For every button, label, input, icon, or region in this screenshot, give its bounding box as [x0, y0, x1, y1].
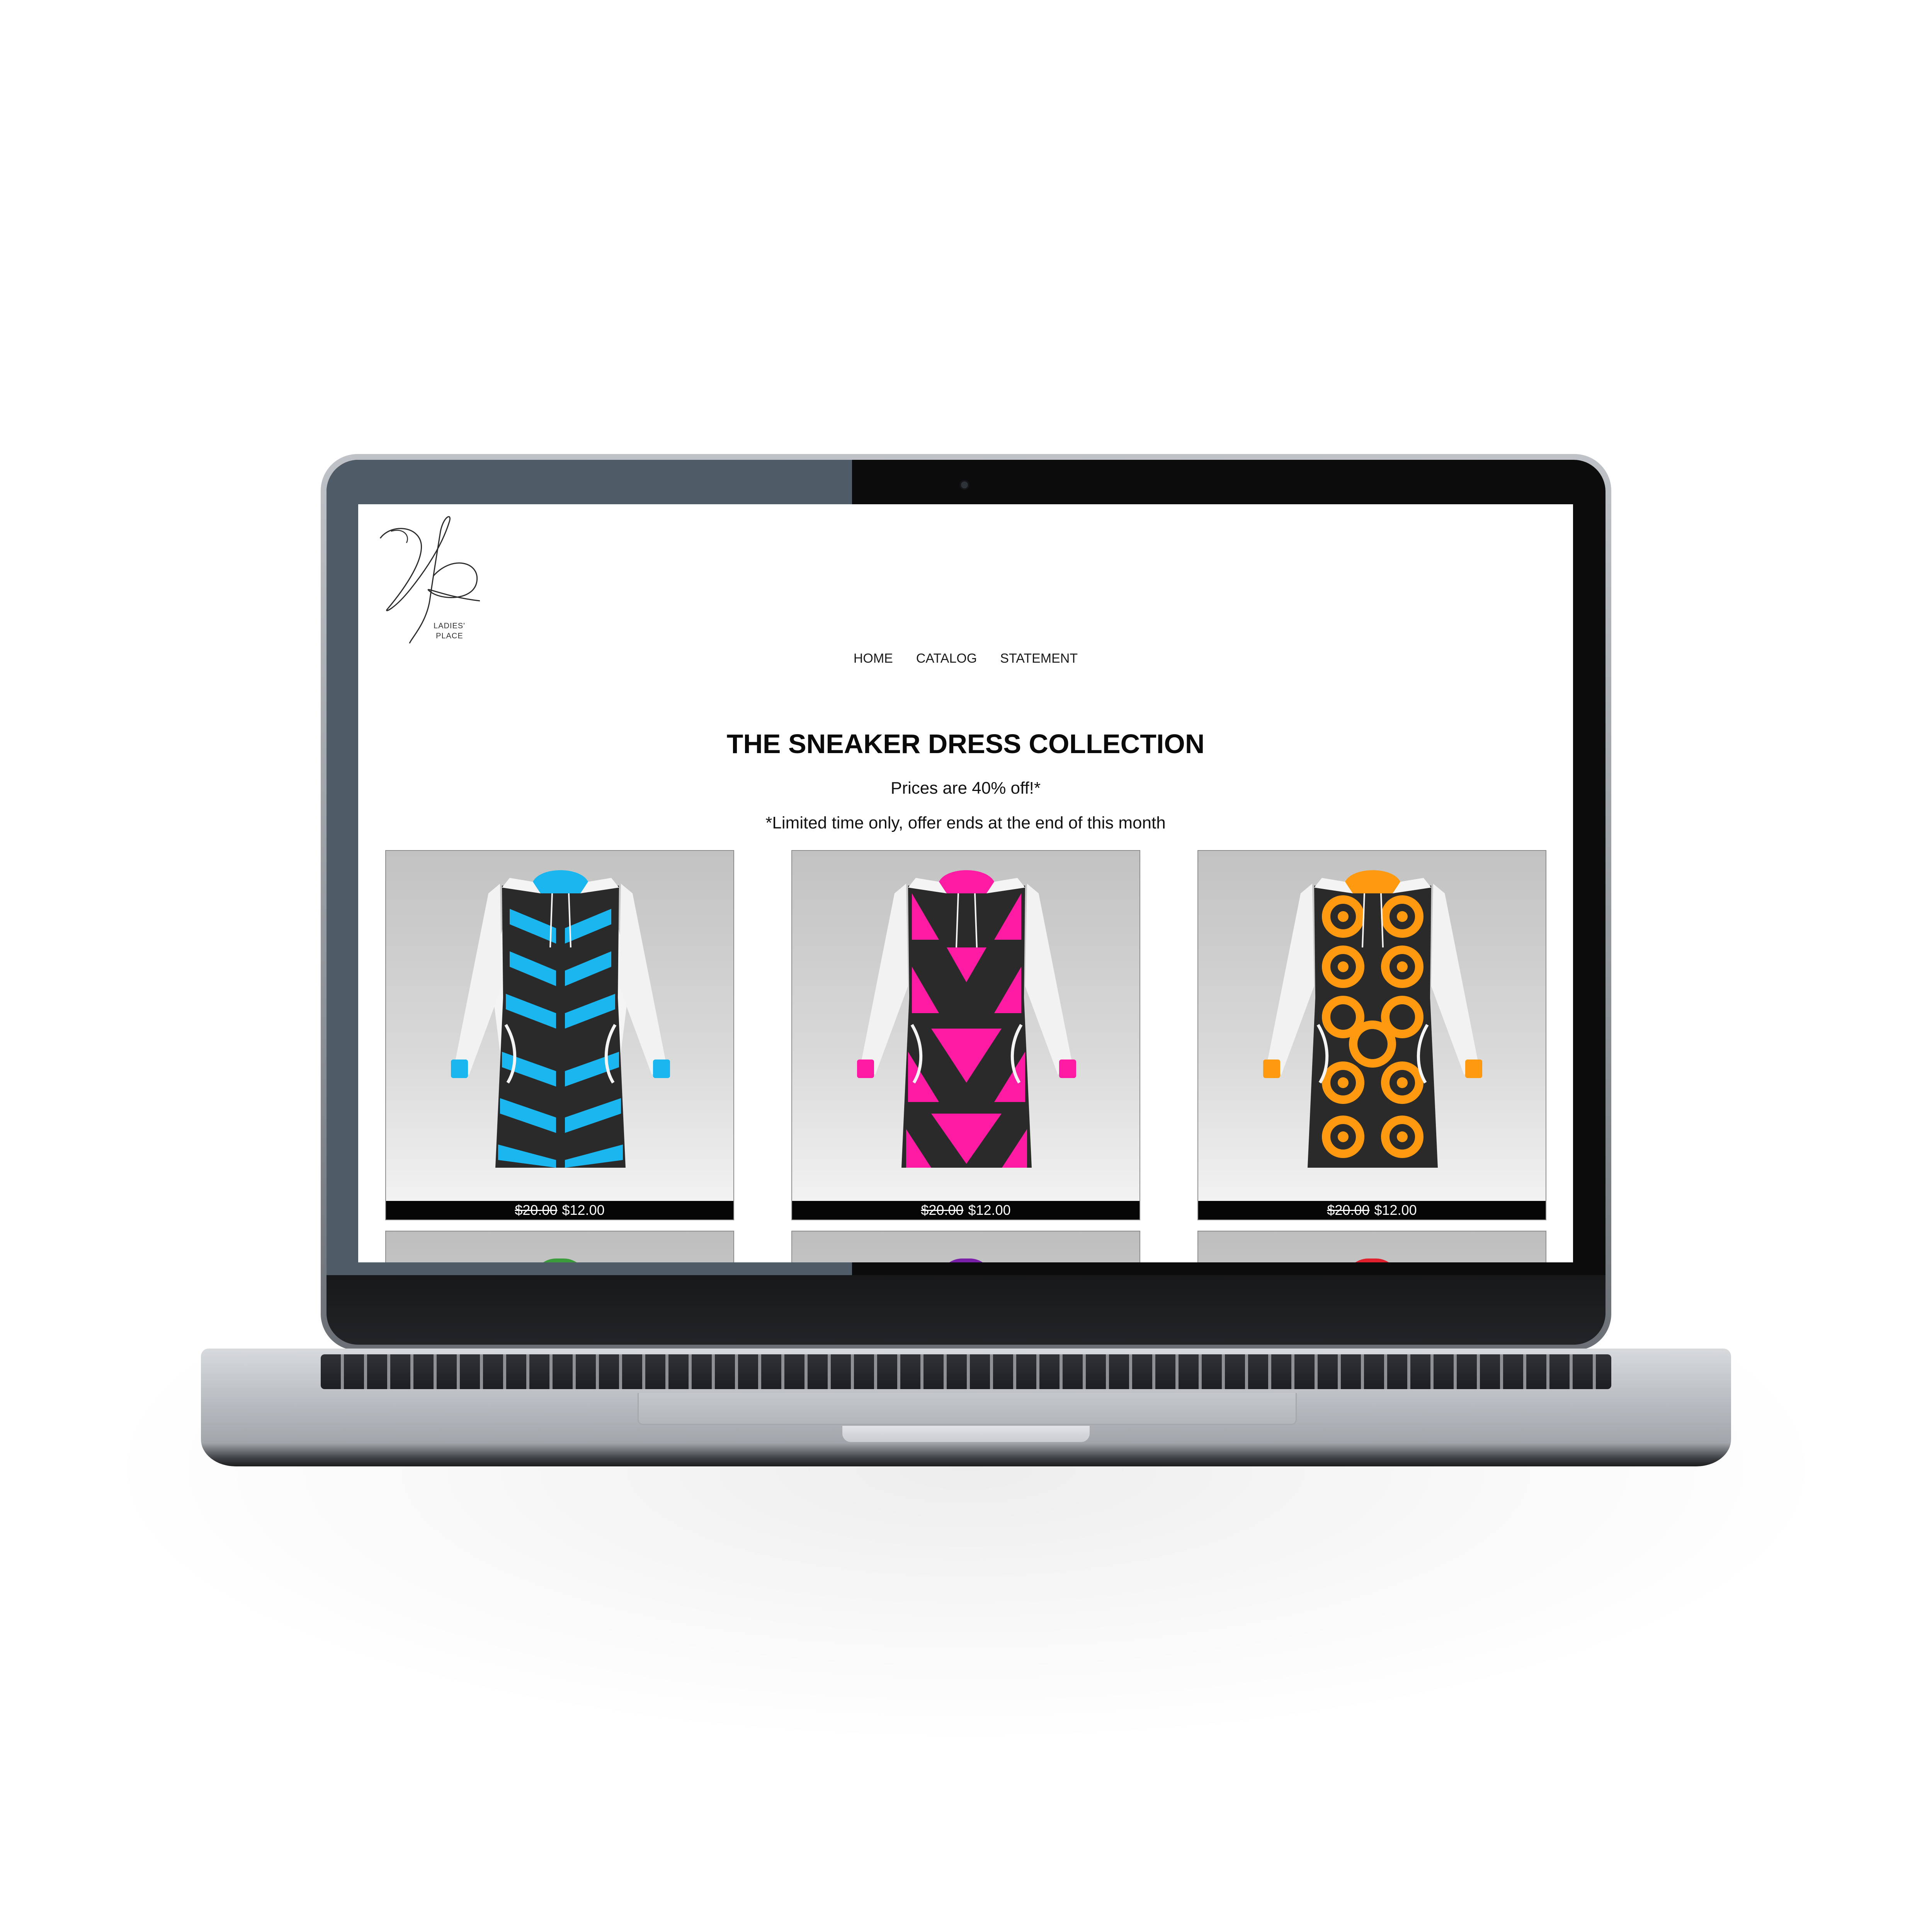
product-card[interactable]: $20.00 $12.00	[385, 850, 734, 1220]
webcam-icon	[961, 481, 968, 488]
sale-price: $12.00	[1374, 1202, 1417, 1218]
sale-price: $12.00	[968, 1202, 1011, 1218]
dress-image-orange-emblem	[1263, 870, 1482, 1168]
product-card-partial[interactable]	[1197, 1231, 1546, 1262]
page-title: THE SNEAKER DRESS COLLECTION	[726, 729, 1205, 759]
trackpad	[638, 1393, 1297, 1425]
ladies-place-logo-icon	[379, 516, 480, 644]
promo-text: Prices are 40% off!*	[890, 779, 1041, 798]
site-logo[interactable]	[376, 508, 488, 647]
dress-image-blue-chevron	[451, 870, 670, 1168]
lid-opening-notch	[842, 1426, 1090, 1442]
main-nav: HOME CATALOG STATEMENT	[358, 651, 1573, 666]
product-card-partial[interactable]	[791, 1231, 1140, 1262]
original-price: $20.00	[515, 1202, 558, 1218]
dress-hood-green	[533, 1259, 587, 1262]
logo-caption: LADIES' PLACE	[434, 621, 465, 641]
price-bar: $20.00 $12.00	[792, 1201, 1139, 1219]
nav-catalog[interactable]: CATALOG	[916, 651, 977, 666]
promo-disclaimer: *Limited time only, offer ends at the en…	[765, 813, 1166, 832]
logo-caption-line1: LADIES'	[434, 622, 465, 630]
nav-home[interactable]: HOME	[854, 651, 893, 666]
dress-hood-red	[1345, 1259, 1399, 1262]
product-card[interactable]: $20.00 $12.00	[791, 850, 1140, 1220]
price-bar: $20.00 $12.00	[386, 1201, 733, 1219]
product-card[interactable]: $20.00 $12.00	[1197, 850, 1546, 1220]
bezel-chin	[327, 1275, 1605, 1345]
browser-viewport: LADIES' PLACE HOME CATALOG STATEMENT THE…	[358, 504, 1573, 1262]
keyboard	[321, 1354, 1611, 1389]
sale-price: $12.00	[562, 1202, 605, 1218]
logo-caption-line2: PLACE	[436, 632, 463, 640]
dress-image-pink-triangle	[857, 870, 1076, 1168]
original-price: $20.00	[921, 1202, 964, 1218]
nav-statement[interactable]: STATEMENT	[1000, 651, 1078, 666]
dress-hood-purple	[939, 1259, 993, 1262]
original-price: $20.00	[1327, 1202, 1370, 1218]
price-bar: $20.00 $12.00	[1198, 1201, 1546, 1219]
product-card-partial[interactable]	[385, 1231, 734, 1262]
